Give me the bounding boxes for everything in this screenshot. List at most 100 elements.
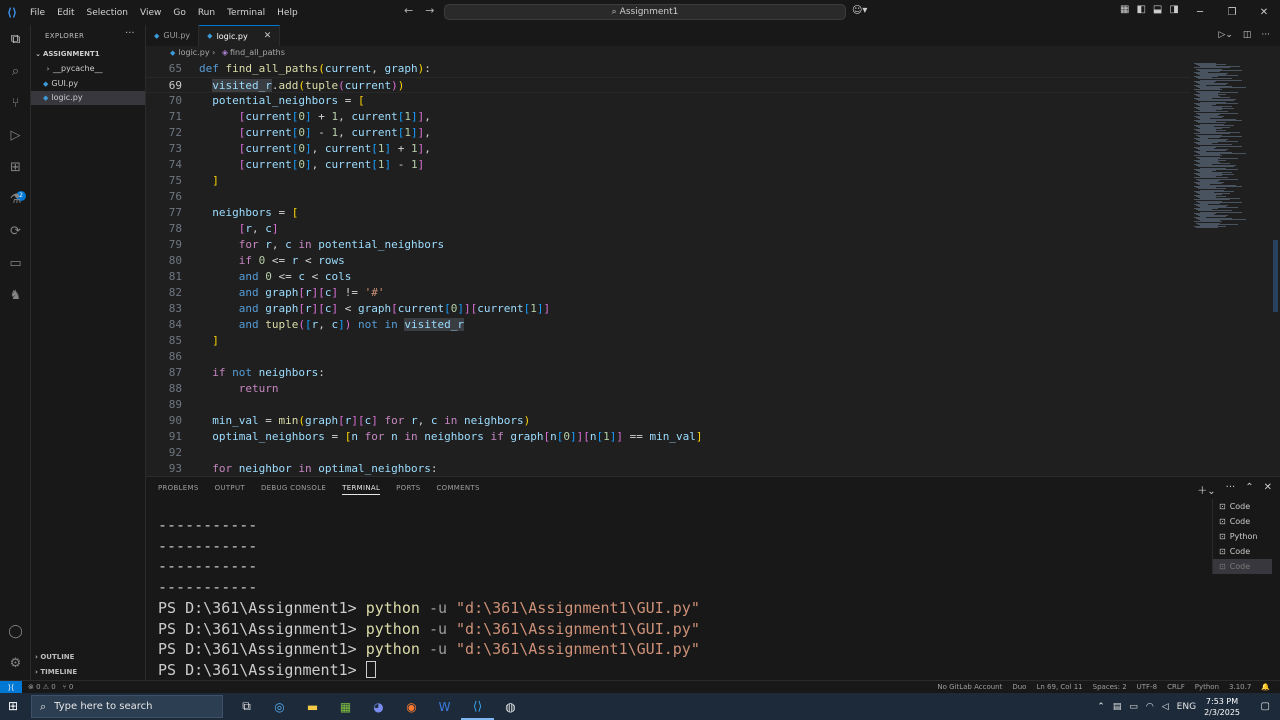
code-editor[interactable]: 65 def find_all_paths(current, graph): 69… xyxy=(146,61,1190,475)
tab-problems[interactable]: PROBLEMS xyxy=(158,484,199,495)
more-actions-icon[interactable]: ··· xyxy=(125,28,135,39)
discord-icon[interactable]: ◕ xyxy=(362,693,395,720)
terminal-flag: -u xyxy=(428,619,447,638)
more-actions-icon[interactable]: ··· xyxy=(1261,30,1270,40)
gitlab-icon[interactable]: ♞ xyxy=(7,287,24,304)
chrome-icon[interactable]: ◍ xyxy=(494,693,527,720)
line-number: 88 xyxy=(168,382,182,395)
explorer-title: EXPLORER xyxy=(45,32,85,40)
system-tray: ⌃ ▤ ▭ ◠ ◁ ENG 7:53 PM 2/3/2025 xyxy=(1097,693,1240,720)
command-center-search[interactable]: ⌕ Assignment1 xyxy=(444,4,846,20)
notification-center-icon[interactable]: ▢ xyxy=(1261,701,1270,712)
search-icon[interactable]: ⌕ xyxy=(7,63,24,80)
editor-scrollbar-thumb[interactable] xyxy=(1273,240,1278,312)
menu-edit[interactable]: Edit xyxy=(51,8,80,18)
outline-section[interactable]: › OUTLINE xyxy=(31,650,145,664)
line-number: 93 xyxy=(168,462,182,475)
line-number: 85 xyxy=(168,334,182,347)
task-view-icon[interactable]: ⧉ xyxy=(230,693,263,720)
workspace-root[interactable]: ⌄ ASSIGNMENT1 xyxy=(31,47,145,61)
explorer-icon[interactable]: ⧉ xyxy=(7,31,24,48)
line-number: 74 xyxy=(168,158,182,171)
timeline-section[interactable]: › TIMELINE xyxy=(31,665,145,679)
windows-start-icon[interactable]: ⊞ xyxy=(8,699,22,713)
tab-ports[interactable]: PORTS xyxy=(396,484,420,495)
tab-debug-console[interactable]: DEBUG CONSOLE xyxy=(261,484,326,495)
function-symbol-icon: ◈ xyxy=(221,48,229,57)
new-terminal-icon[interactable]: ＋⌄ xyxy=(1197,482,1215,497)
run-debug-icon[interactable]: ▷ xyxy=(7,127,24,144)
remote-explorer-icon[interactable]: ⟳ xyxy=(7,223,24,240)
manage-gear-icon[interactable]: ⚙ xyxy=(7,655,24,672)
taskbar-search[interactable]: ⌕ Type here to search xyxy=(31,695,223,718)
word-icon[interactable]: W xyxy=(428,693,461,720)
minimap[interactable] xyxy=(1190,61,1270,231)
minimap-line xyxy=(1196,226,1218,228)
extensions-icon[interactable]: ⊞ xyxy=(7,159,24,176)
vscode-taskbar-icon[interactable]: ⟨⟩ xyxy=(461,693,494,720)
volume-icon[interactable]: ◁ xyxy=(1162,702,1169,712)
python-file-icon: ◆ xyxy=(154,31,160,40)
copilot-app-icon[interactable]: ◎ xyxy=(263,693,296,720)
store-icon[interactable]: ▦ xyxy=(329,693,362,720)
close-tab-icon[interactable]: ✕ xyxy=(264,31,272,41)
customize-layout-icon[interactable]: ▦ xyxy=(1120,4,1129,15)
input-language[interactable]: ENG xyxy=(1177,702,1196,712)
tab-comments[interactable]: COMMENTS xyxy=(436,484,479,495)
tree-item-logic-py[interactable]: ◆ logic.py xyxy=(31,91,145,105)
menu-file[interactable]: File xyxy=(24,8,51,18)
account-icon[interactable]: ◯ xyxy=(7,623,24,640)
close-panel-icon[interactable]: ✕ xyxy=(1264,482,1272,497)
run-file-icon[interactable]: ▷⌄ xyxy=(1218,30,1232,40)
line-number: 79 xyxy=(168,238,182,251)
more-actions-icon[interactable]: ··· xyxy=(1226,482,1236,497)
menu-go[interactable]: Go xyxy=(167,8,191,18)
ports-count[interactable]: ⑂ 0 xyxy=(62,683,73,691)
terminal-list-item[interactable]: ⊡ Code xyxy=(1213,544,1272,559)
tree-item-gui-py[interactable]: ◆ GUI.py xyxy=(31,77,145,91)
terminal-list-item[interactable]: ⊡ Code xyxy=(1213,499,1272,514)
testing-icon[interactable]: ⚗ xyxy=(7,191,24,208)
maximize-panel-icon[interactable]: ⌃ xyxy=(1245,482,1253,497)
tab-output[interactable]: OUTPUT xyxy=(215,484,245,495)
copilot-icon[interactable]: ☺▾ xyxy=(852,5,867,16)
file-explorer-icon[interactable]: ▬ xyxy=(296,693,329,720)
forward-arrow-icon[interactable]: → xyxy=(425,4,434,17)
menu-selection[interactable]: Selection xyxy=(81,8,134,18)
tab-logic-py[interactable]: ◆ logic.py ✕ xyxy=(199,25,281,46)
tab-gui-py[interactable]: ◆ GUI.py xyxy=(146,25,200,46)
toggle-panel-icon[interactable]: ⬓ xyxy=(1153,4,1162,15)
breadcrumb-file[interactable]: logic.py xyxy=(178,48,209,57)
tree-item-label: __pycache__ xyxy=(53,64,103,73)
restore-icon[interactable]: ❐ xyxy=(1216,0,1248,25)
firefox-icon[interactable]: ◉ xyxy=(395,693,428,720)
problems-count[interactable]: ⊗ 0 ⚠ 0 xyxy=(28,683,56,691)
breadcrumb-symbol[interactable]: find_all_paths xyxy=(230,48,285,57)
tab-terminal[interactable]: TERMINAL xyxy=(342,484,381,495)
split-editor-icon[interactable]: ◫ xyxy=(1243,30,1252,40)
menu-view[interactable]: View xyxy=(134,8,167,18)
show-hidden-icons-icon[interactable]: ⌃ xyxy=(1097,702,1105,712)
python-file-icon: ◆ xyxy=(170,49,176,57)
terminal-list-item[interactable]: ⊡ Python xyxy=(1213,529,1272,544)
back-arrow-icon[interactable]: ← xyxy=(404,4,413,17)
terminal-list-item[interactable]: ⊡ Code xyxy=(1213,514,1272,529)
terminal-view-icon[interactable]: ▭ xyxy=(7,255,24,272)
minimize-icon[interactable]: ─ xyxy=(1184,0,1216,25)
terminal-list-item-active[interactable]: ⊡ Code xyxy=(1213,559,1272,574)
toggle-sidebar-icon[interactable]: ◧ xyxy=(1136,4,1145,15)
network-icon[interactable]: ▤ xyxy=(1113,702,1122,712)
tree-item-pycache[interactable]: › __pycache__ xyxy=(31,62,145,76)
menu-run[interactable]: Run xyxy=(192,8,221,18)
terminal-output[interactable]: ----------- ----------- ----------- ----… xyxy=(158,515,700,681)
terminal-line: ----------- xyxy=(158,516,258,534)
toggle-secondary-sidebar-icon[interactable]: ◨ xyxy=(1169,4,1178,15)
close-window-icon[interactable]: ✕ xyxy=(1248,0,1280,25)
terminal-list-label: Code xyxy=(1229,562,1251,571)
battery-icon[interactable]: ▭ xyxy=(1129,702,1138,712)
source-control-icon[interactable]: ⑂ xyxy=(7,95,24,112)
menu-help[interactable]: Help xyxy=(271,8,304,18)
clock[interactable]: 7:53 PM 2/3/2025 xyxy=(1204,696,1240,718)
menu-terminal[interactable]: Terminal xyxy=(221,8,271,18)
wifi-icon[interactable]: ◠ xyxy=(1146,702,1154,712)
